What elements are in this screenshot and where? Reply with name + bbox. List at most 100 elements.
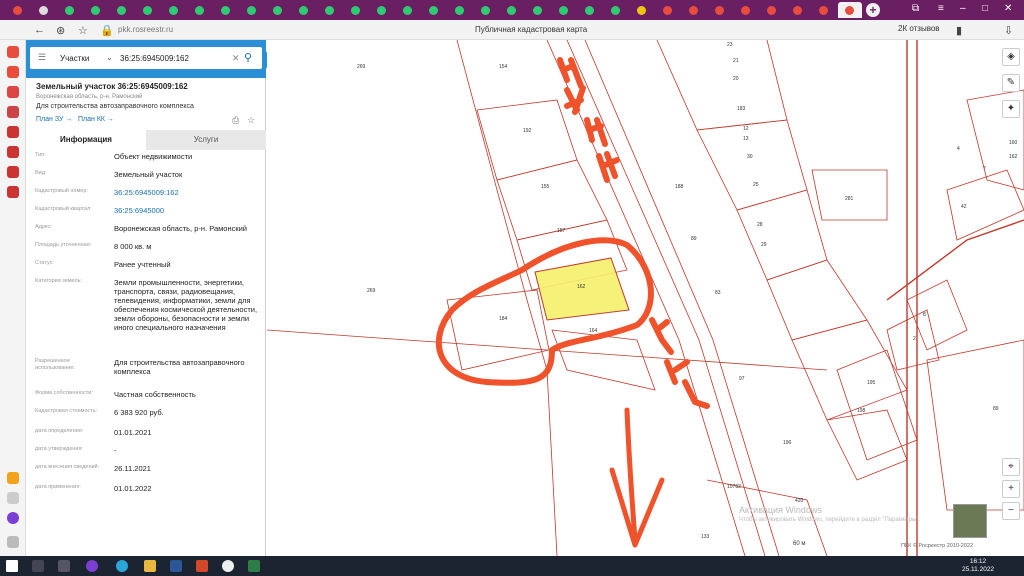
browser-tab[interactable] <box>786 2 810 18</box>
music-icon[interactable] <box>7 186 19 198</box>
minimize-icon[interactable]: – <box>960 3 966 14</box>
download-icon[interactable]: ⇩ <box>1004 24 1013 37</box>
print-icon[interactable]: ⎙ <box>232 115 239 126</box>
task-view-icon[interactable] <box>58 560 70 572</box>
browser-tab[interactable] <box>838 2 862 18</box>
url-text[interactable]: pkk.rosreestr.ru <box>118 25 173 34</box>
zoom-out-button[interactable]: − <box>1002 502 1020 520</box>
protect-icon[interactable]: ⊛ <box>56 24 65 37</box>
app-icon[interactable] <box>7 472 19 484</box>
tab-info[interactable]: Информация <box>26 130 146 150</box>
map-canvas[interactable]: 269 154 192 155 187 162 164 184 269 23 21 20 183 12 13… <box>267 40 1024 556</box>
browser-tab[interactable] <box>32 2 56 18</box>
sidebar-settings-icon[interactable] <box>7 536 19 548</box>
alice-icon[interactable] <box>7 46 19 58</box>
clear-icon[interactable]: ✕ <box>232 53 240 64</box>
browser-tab[interactable] <box>708 2 732 18</box>
search-input[interactable]: 36:25:6945009:162 <box>120 54 189 63</box>
mail-icon[interactable] <box>7 166 19 178</box>
browser-tab[interactable] <box>500 2 524 18</box>
browser-tab[interactable] <box>136 2 160 18</box>
plan-zu-link[interactable]: План ЗУ → <box>36 116 72 123</box>
explorer-icon[interactable] <box>144 560 156 572</box>
cadastral-map[interactable]: 269 154 192 155 187 162 164 184 269 23 21 20 183 12 13… <box>267 40 1024 556</box>
browser-tab[interactable] <box>656 2 680 18</box>
layers-icon[interactable]: ◈ <box>1002 48 1020 66</box>
assistant-taskbar-icon[interactable] <box>86 560 98 572</box>
maximize-icon[interactable]: □ <box>982 3 988 14</box>
notifications-icon[interactable] <box>7 66 19 78</box>
clock[interactable]: 16:12 25.11.2022 <box>962 558 994 574</box>
add-panel-icon[interactable] <box>7 492 19 504</box>
info-row-value[interactable]: 36:25:6945000 <box>114 206 262 215</box>
parcel-label: 30 <box>747 154 753 160</box>
browser-tab[interactable] <box>84 2 108 18</box>
tab-services[interactable]: Услуги <box>146 130 266 150</box>
sync-icon[interactable]: ⧉ <box>912 3 919 14</box>
assistant-icon[interactable] <box>7 512 19 524</box>
parcel-label: 28 <box>757 222 763 228</box>
parcel-label: 20 <box>733 76 739 82</box>
parcel-195 <box>836 349 918 461</box>
browser-tab[interactable] <box>344 2 368 18</box>
browser-tab[interactable] <box>318 2 342 18</box>
tab-favicon-icon <box>13 6 22 15</box>
browser-tab[interactable] <box>604 2 628 18</box>
search-field[interactable]: ☰ Участки ⌄ 36:25:6945009:162 ✕ ⚲ <box>30 47 262 69</box>
browser-tab[interactable] <box>214 2 238 18</box>
browser-tab[interactable] <box>396 2 420 18</box>
browser-tab[interactable] <box>734 2 758 18</box>
messenger-icon[interactable] <box>7 146 19 158</box>
close-icon[interactable]: ✕ <box>1004 3 1012 14</box>
info-row-value[interactable]: 36:25:6945009:162 <box>114 188 262 197</box>
collections-icon[interactable] <box>7 86 19 98</box>
browser-tab[interactable] <box>266 2 290 18</box>
yandex-browser-icon[interactable] <box>222 560 234 572</box>
browser-tab[interactable] <box>292 2 316 18</box>
zen-icon[interactable] <box>7 106 19 118</box>
edge-icon[interactable] <box>116 560 128 572</box>
browser-tab[interactable] <box>760 2 784 18</box>
market-icon[interactable] <box>7 126 19 138</box>
parcel-label: 89 <box>993 406 999 412</box>
browser-tab[interactable] <box>58 2 82 18</box>
chevron-down-icon[interactable]: ⌄ <box>106 53 113 62</box>
plan-kk-link[interactable]: План КК → <box>78 116 114 123</box>
search-taskbar-icon[interactable] <box>32 560 44 572</box>
browser-tab[interactable] <box>682 2 706 18</box>
browser-tab[interactable] <box>6 2 30 18</box>
locate-icon[interactable]: ⌖ <box>1002 458 1020 476</box>
office-icon[interactable] <box>196 560 208 572</box>
search-icon[interactable]: ⚲ <box>244 51 252 64</box>
bookmark-page-icon[interactable]: ▮ <box>956 24 962 37</box>
calculator-icon[interactable] <box>248 560 260 572</box>
bookmark-icon[interactable]: ☆ <box>78 24 88 37</box>
browser-tab[interactable] <box>448 2 472 18</box>
browser-tab[interactable] <box>526 2 550 18</box>
settings-icon[interactable]: ✦ <box>1002 100 1020 118</box>
mail-taskbar-icon[interactable] <box>170 560 182 572</box>
browser-tab[interactable] <box>422 2 446 18</box>
browser-tab[interactable] <box>630 2 654 18</box>
browser-tab[interactable] <box>162 2 186 18</box>
browser-tab[interactable] <box>474 2 498 18</box>
menu-icon[interactable]: ≡ <box>938 3 944 14</box>
browser-tab[interactable] <box>110 2 134 18</box>
browser-tab[interactable] <box>370 2 394 18</box>
basemap-thumbnail[interactable] <box>953 504 987 538</box>
browser-tab[interactable] <box>578 2 602 18</box>
browser-tab[interactable] <box>552 2 576 18</box>
browser-tab[interactable] <box>240 2 264 18</box>
zoom-in-button[interactable]: + <box>1002 480 1020 498</box>
back-icon[interactable]: ← <box>34 24 45 36</box>
search-type-select[interactable]: Участки <box>60 54 89 63</box>
start-icon[interactable] <box>6 560 18 572</box>
parcel-label: 269 <box>357 64 366 70</box>
reviews-badge[interactable]: 2К отзывов <box>898 24 940 33</box>
list-icon[interactable]: ☰ <box>38 52 46 63</box>
star-icon[interactable]: ☆ <box>247 115 255 126</box>
new-tab-button[interactable]: + <box>866 3 880 17</box>
ruler-icon[interactable]: ✎ <box>1002 74 1020 92</box>
browser-tab[interactable] <box>812 2 836 18</box>
browser-tab[interactable] <box>188 2 212 18</box>
